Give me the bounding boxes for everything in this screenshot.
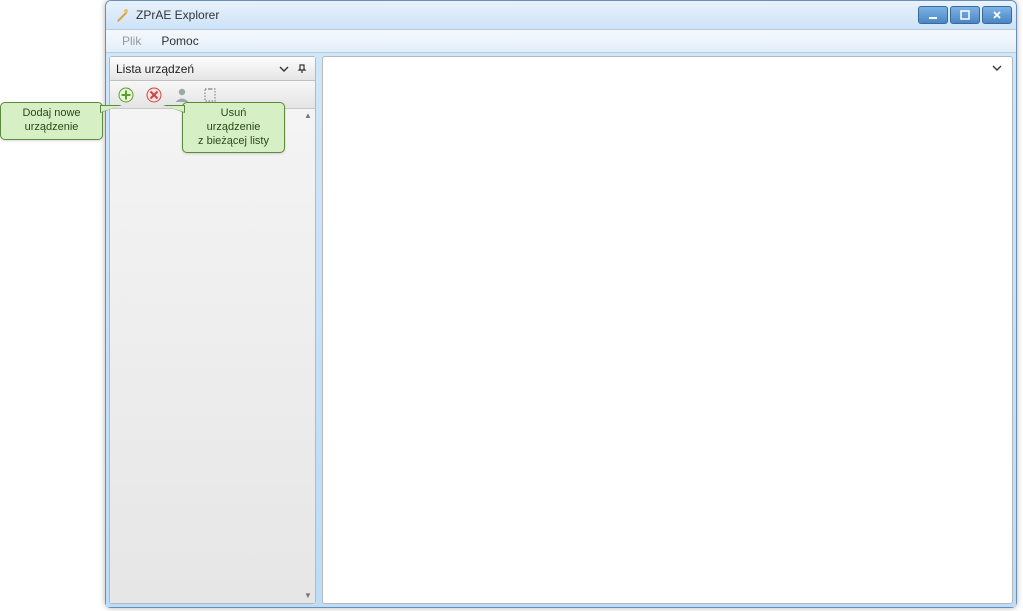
pin-icon[interactable] <box>295 62 309 76</box>
clipboard-icon <box>202 87 218 103</box>
app-window: ZPrAE Explorer Plik Pomoc Lista urządzeń <box>105 0 1017 608</box>
user-icon <box>173 86 191 104</box>
window-controls <box>918 6 1012 24</box>
menu-help[interactable]: Pomoc <box>151 32 208 50</box>
maximize-button[interactable] <box>950 6 980 24</box>
add-device-button[interactable] <box>116 85 136 105</box>
titlebar[interactable]: ZPrAE Explorer <box>106 1 1016 29</box>
panel-dropdown-icon[interactable] <box>277 62 291 76</box>
scroll-up-icon[interactable]: ▲ <box>303 111 313 121</box>
tooltip-add-text: Dodaj nowe urządzenie <box>22 107 80 133</box>
content-area <box>322 56 1013 604</box>
panel-header: Lista urządzeń <box>110 57 315 81</box>
window-title: ZPrAE Explorer <box>136 8 918 22</box>
close-button[interactable] <box>982 6 1012 24</box>
delete-device-button[interactable] <box>144 85 164 105</box>
content-dropdown-icon[interactable] <box>992 63 1002 76</box>
tooltip-delete-device: Usuń urządzenie z bieżącej listy <box>182 102 285 153</box>
device-list-body: ▲ ▼ <box>110 109 315 603</box>
tooltip-add-device: Dodaj nowe urządzenie <box>0 102 103 140</box>
minimize-button[interactable] <box>918 6 948 24</box>
tooltip-delete-text: Usuń urządzenie z bieżącej listy <box>198 107 269 147</box>
menu-file[interactable]: Plik <box>112 32 151 50</box>
plus-icon <box>118 87 134 103</box>
panel-title: Lista urządzeń <box>116 62 273 76</box>
scroll-down-icon[interactable]: ▼ <box>303 591 313 601</box>
delete-icon <box>146 87 162 103</box>
app-icon <box>114 7 130 23</box>
menubar: Plik Pomoc <box>106 29 1016 53</box>
